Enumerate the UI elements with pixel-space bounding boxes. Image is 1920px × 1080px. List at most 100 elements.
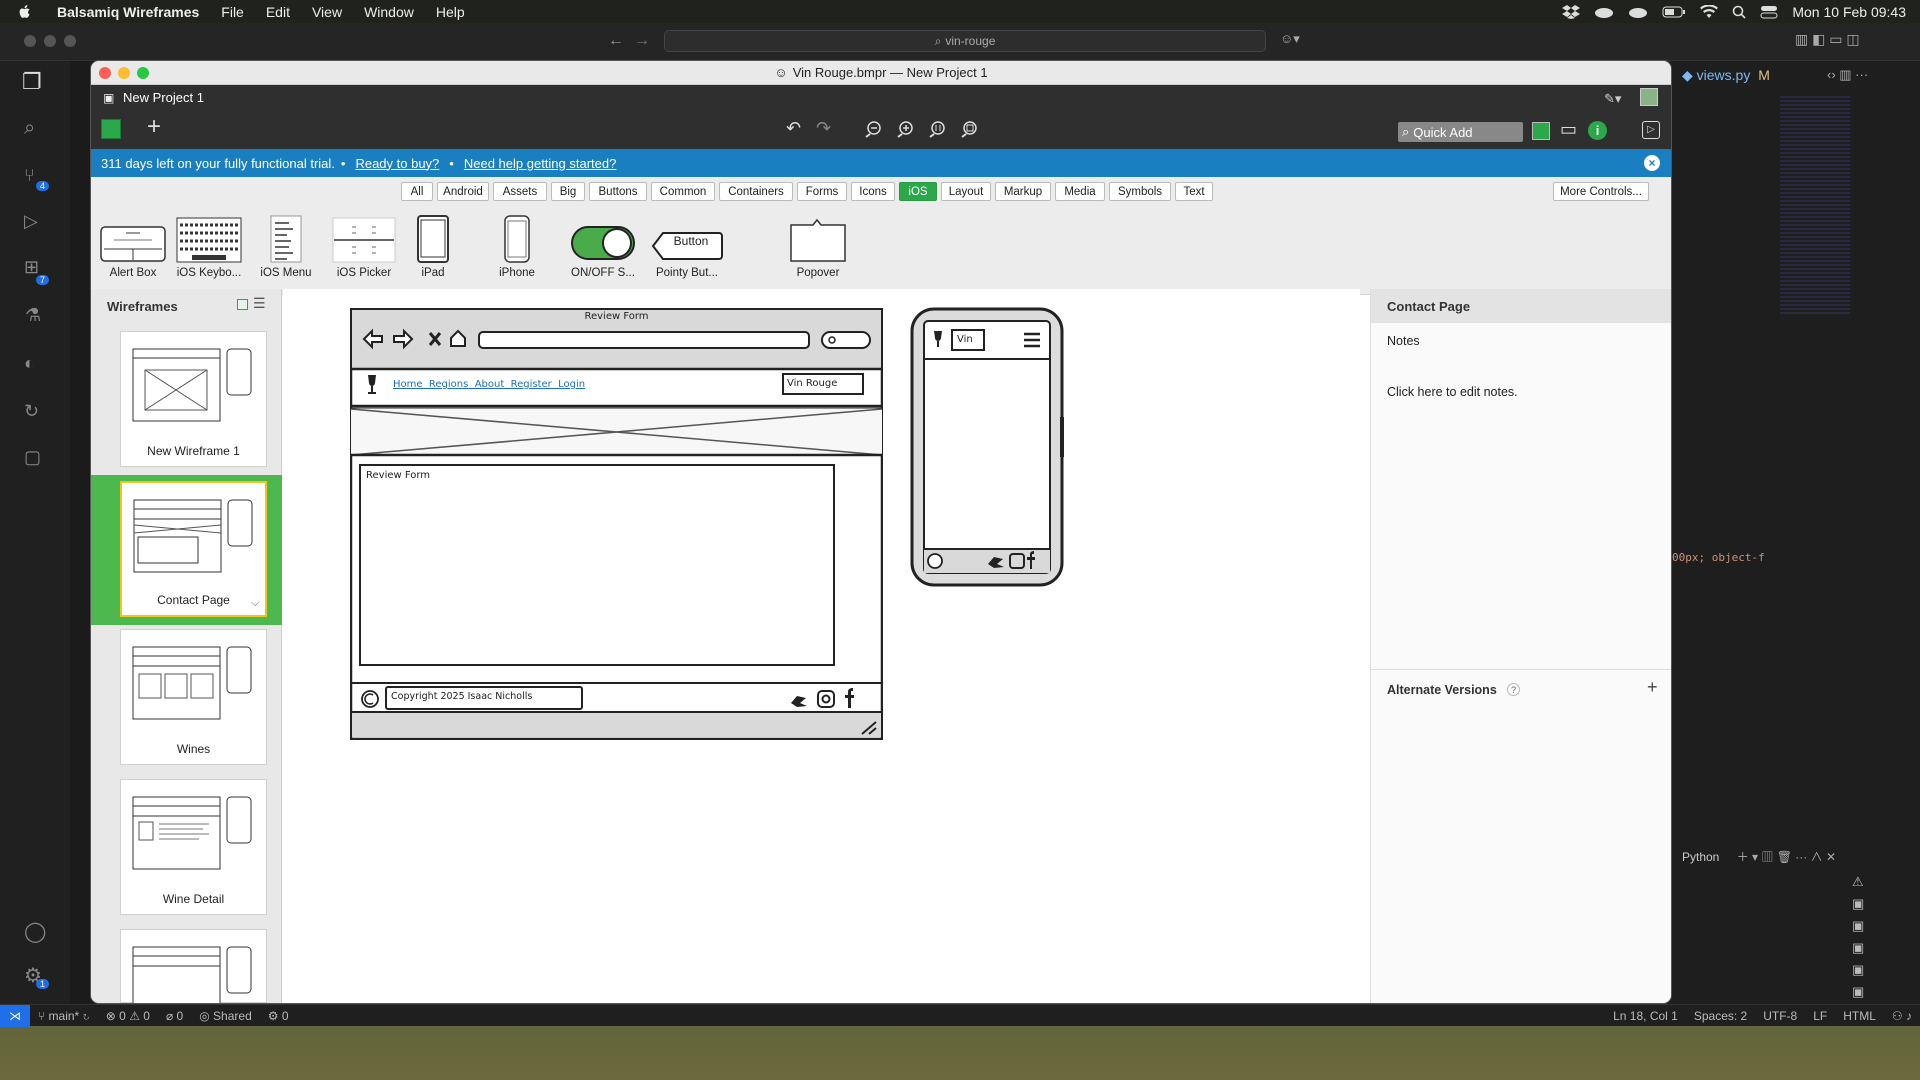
lib-popover[interactable]: Popover bbox=[783, 211, 853, 279]
min-dot[interactable] bbox=[44, 35, 56, 47]
help-icon[interactable]: ? bbox=[1507, 683, 1520, 696]
lib-pointy-button[interactable]: Button Pointy But... bbox=[649, 211, 725, 279]
user-avatar[interactable] bbox=[1640, 88, 1658, 106]
comments-icon[interactable]: ▭ bbox=[1560, 119, 1577, 140]
status-branch[interactable]: ⑂ main* ↻ bbox=[30, 1009, 98, 1023]
wifi-icon[interactable] bbox=[1700, 4, 1719, 19]
zoom-actual-icon[interactable] bbox=[928, 120, 946, 138]
add-version-icon[interactable]: + bbox=[1647, 677, 1658, 698]
undo-icon[interactable]: ↶ bbox=[786, 118, 801, 139]
ready-to-buy-link[interactable]: Ready to buy? bbox=[355, 156, 439, 171]
help-link[interactable]: Need help getting started? bbox=[464, 156, 617, 171]
project-name[interactable]: New Project 1 bbox=[123, 90, 204, 105]
filter-icons[interactable]: Icons bbox=[851, 182, 895, 201]
wireframe-canvas[interactable]: Review Form Home Regions About Register … bbox=[283, 289, 1360, 1003]
toggle-navigator-button[interactable] bbox=[101, 119, 121, 139]
zoom-out-icon[interactable] bbox=[864, 120, 882, 138]
lib-onoff-switch[interactable]: ON/OFF S... bbox=[565, 211, 641, 279]
lib-ipad[interactable]: iPad bbox=[405, 211, 461, 279]
testing-icon[interactable]: ⚗ bbox=[25, 305, 41, 326]
terminal-label[interactable]: Python ＋ ▾ ▥ 🗑 ··· ∧ ✕ bbox=[1682, 848, 1836, 865]
lib-iphone[interactable]: iPhone bbox=[489, 211, 545, 279]
filter-layout[interactable]: Layout bbox=[941, 182, 991, 201]
status-extra-icons[interactable]: ⚇ ♪ bbox=[1884, 1009, 1920, 1023]
wireframe-thumb-new-wireframe-1[interactable]: New Wireframe 1 bbox=[120, 331, 267, 467]
github-icon[interactable]: ◐ bbox=[24, 353, 35, 374]
filter-containers[interactable]: Containers bbox=[719, 182, 793, 201]
chevron-down-icon[interactable]: ⌵ bbox=[251, 598, 259, 609]
close-banner-icon[interactable]: × bbox=[1644, 155, 1660, 171]
quick-add-input[interactable]: ⌕ Quick Add bbox=[1398, 122, 1523, 142]
source-control-icon[interactable]: ⑂ bbox=[24, 165, 35, 186]
forward-arrow-icon[interactable]: → bbox=[634, 32, 650, 50]
editor-actions[interactable]: ‹› ▥ ··· bbox=[1827, 67, 1868, 83]
run-debug-icon[interactable]: ▷ bbox=[24, 211, 38, 232]
editor-tab[interactable]: ◆ views.py M bbox=[1682, 67, 1770, 84]
terminal-actions[interactable]: ＋ ▾ ▥ 🗑 ··· ∧ ✕ bbox=[1737, 850, 1836, 864]
apple-icon[interactable] bbox=[0, 4, 43, 20]
zoom-button[interactable] bbox=[137, 67, 149, 79]
status-language[interactable]: HTML bbox=[1835, 1009, 1884, 1023]
list-view-icon[interactable]: ☰ bbox=[253, 295, 266, 312]
edit-pencil-icon[interactable]: ✎▾ bbox=[1604, 91, 1621, 107]
lib-ios-picker[interactable]: iOS Picker bbox=[327, 211, 401, 279]
status-encoding[interactable]: UTF-8 bbox=[1755, 1009, 1805, 1023]
filter-ios[interactable]: iOS bbox=[899, 182, 937, 201]
chat-icon[interactable]: ▢ bbox=[24, 447, 41, 468]
live-share-icon[interactable]: ↻ bbox=[24, 401, 39, 422]
command-center-search[interactable]: ⌕ vin-rouge bbox=[664, 30, 1266, 52]
lib-ios-keyboard[interactable]: iOS Keybo... bbox=[171, 211, 247, 279]
phone-mockup[interactable]: Vin bbox=[910, 307, 1066, 587]
copilot-icon[interactable]: ☺▾ bbox=[1280, 31, 1300, 47]
control-center-icon[interactable] bbox=[1760, 5, 1778, 19]
lib-ios-menu[interactable]: iOS Menu bbox=[251, 211, 321, 279]
back-arrow-icon[interactable]: ← bbox=[608, 32, 624, 50]
browser-mockup[interactable]: Review Form Home Regions About Register … bbox=[350, 308, 883, 740]
menu-edit[interactable]: Edit bbox=[255, 4, 301, 20]
status-shared[interactable]: ◎ Shared bbox=[191, 1009, 260, 1023]
zoom-in-icon[interactable] bbox=[896, 120, 914, 138]
explorer-icon[interactable]: ❐ bbox=[22, 69, 42, 95]
ui-library-icon[interactable] bbox=[1532, 122, 1550, 140]
layout-icons[interactable]: ▥ ◧ ▭ ◫ bbox=[1795, 31, 1860, 48]
search-icon-vs[interactable]: ⌕ bbox=[24, 117, 35, 140]
battery-icon[interactable] bbox=[1662, 6, 1686, 18]
close-button[interactable] bbox=[99, 67, 111, 79]
thumbnail-view-icon[interactable] bbox=[237, 299, 248, 310]
filter-assets[interactable]: Assets bbox=[493, 182, 547, 201]
filter-media[interactable]: Media bbox=[1055, 182, 1105, 201]
wireframe-thumb-wines[interactable]: Wines bbox=[120, 629, 267, 765]
status-net[interactable]: ⚙ 0 bbox=[260, 1009, 297, 1023]
wireframe-thumb-contact-page[interactable]: Contact Page ⌵ bbox=[120, 481, 267, 617]
app-name[interactable]: Balsamiq Wireframes bbox=[43, 4, 210, 20]
filter-buttons[interactable]: Buttons bbox=[589, 182, 647, 201]
filter-text[interactable]: Text bbox=[1175, 182, 1213, 201]
zoom-fit-icon[interactable] bbox=[960, 120, 978, 138]
minimize-button[interactable] bbox=[118, 67, 130, 79]
lib-alert-box[interactable]: Alert Box bbox=[99, 211, 167, 279]
filter-markup[interactable]: Markup bbox=[995, 182, 1051, 201]
menubar-clock[interactable]: Mon 10 Feb 09:43 bbox=[1792, 4, 1906, 20]
filter-all[interactable]: All bbox=[401, 182, 433, 201]
filter-forms[interactable]: Forms bbox=[797, 182, 847, 201]
info-icon[interactable]: i bbox=[1588, 121, 1607, 140]
status-problems[interactable]: ⊗ 0 ⚠ 0 bbox=[98, 1009, 158, 1023]
remote-icon[interactable]: ⋊ bbox=[0, 1004, 30, 1027]
wireframe-thumb-wine-detail[interactable]: Wine Detail bbox=[120, 779, 267, 915]
max-dot[interactable] bbox=[64, 35, 76, 47]
status-position[interactable]: Ln 18, Col 1 bbox=[1605, 1009, 1686, 1023]
terminal-list[interactable]: ⚠ ▣ ▣ ▣ ▣ ▣ bbox=[1852, 871, 1864, 1003]
menu-window[interactable]: Window bbox=[353, 4, 425, 20]
filter-common[interactable]: Common bbox=[651, 182, 715, 201]
wireframe-thumb-5[interactable] bbox=[120, 929, 267, 1003]
spotlight-icon[interactable] bbox=[1732, 5, 1746, 19]
filter-android[interactable]: Android bbox=[437, 182, 489, 201]
extensions-icon[interactable]: ⊞ bbox=[24, 257, 39, 278]
status-ports[interactable]: ⌀ 0 bbox=[158, 1009, 191, 1023]
more-controls-button[interactable]: More Controls... bbox=[1553, 182, 1649, 201]
status-eol[interactable]: LF bbox=[1805, 1009, 1835, 1023]
dropbox-icon[interactable] bbox=[1562, 4, 1581, 19]
add-wireframe-icon[interactable]: + bbox=[147, 115, 161, 139]
account-icon[interactable]: ◯ bbox=[24, 919, 46, 944]
presentation-icon[interactable]: ▷ bbox=[1642, 121, 1660, 139]
